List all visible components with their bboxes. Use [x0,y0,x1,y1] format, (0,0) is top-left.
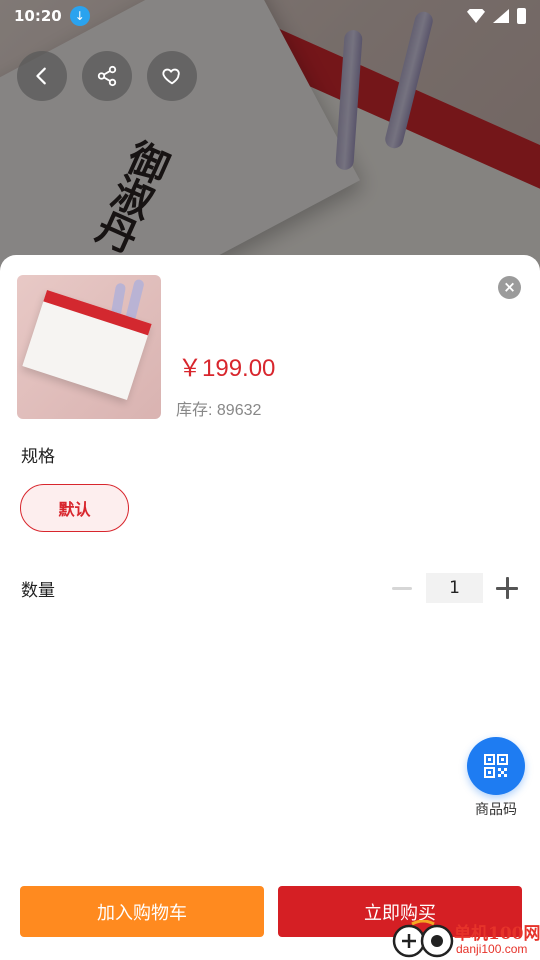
sku-selector-sheet: ￥199.00 库存: 89632 × 规格 默认 数量 1 商品码 加入购物车… [0,255,540,960]
add-to-cart-button[interactable]: 加入购物车 [20,886,264,937]
chevron-left-icon [36,67,46,85]
status-time: 10:20 [14,7,62,25]
watermark-name: 单机100网 [454,924,540,944]
watermark: 单机100网 danji100.com [392,910,540,960]
signal-icon [493,9,509,23]
heart-icon [162,68,180,85]
close-icon: × [503,278,516,296]
close-button[interactable]: × [498,276,521,299]
back-button[interactable] [17,51,67,101]
quantity-increment-button[interactable] [496,577,518,599]
watermark-logo [392,920,454,958]
wifi-icon [467,9,485,23]
favorite-button[interactable] [147,51,197,101]
quantity-input[interactable]: 1 [426,573,483,603]
status-icons [467,8,526,24]
spec-label: 规格 [21,447,55,467]
product-stock: 库存: 89632 [176,402,262,419]
share-button[interactable] [82,51,132,101]
share-icon [97,65,117,87]
download-icon: ↓ [69,6,90,26]
status-bar: 10:20 ↓ [0,0,540,32]
spec-option-default[interactable]: 默认 [20,484,129,532]
qr-code-button[interactable] [467,737,525,795]
product-price: ￥199.00 [178,355,276,382]
qr-code-icon [484,754,508,778]
product-thumbnail [17,275,161,419]
battery-icon [517,8,526,24]
quantity-decrement-button[interactable] [392,587,412,590]
quantity-label: 数量 [21,581,55,601]
qr-code-label: 商品码 [475,802,517,818]
watermark-domain: danji100.com [456,942,528,956]
